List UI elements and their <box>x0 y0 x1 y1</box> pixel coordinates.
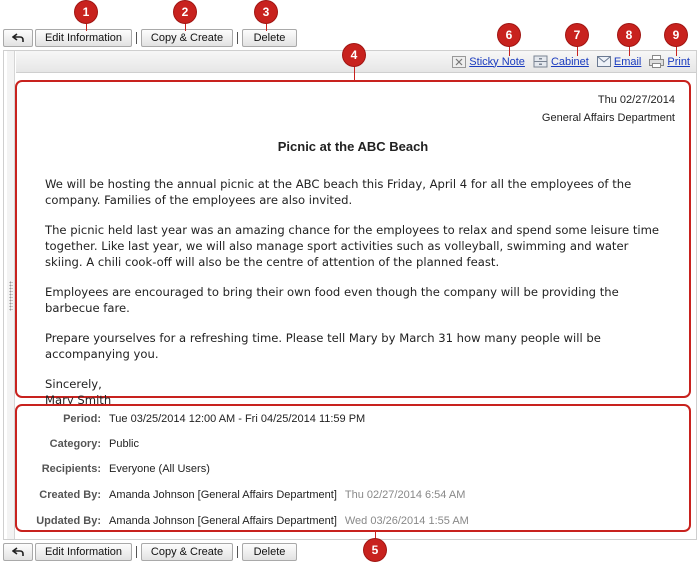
category-label: Category: <box>49 438 101 450</box>
top-toolbar: Edit Information Copy & Create Delete <box>0 28 297 48</box>
bottom-toolbar: Edit Information Copy & Create Delete <box>0 542 297 562</box>
updated-by-label: Updated By: <box>36 515 101 527</box>
message-title: Picnic at the ABC Beach <box>277 139 429 154</box>
message-text: We will be hosting the annual picnic at … <box>45 176 665 408</box>
period-label: Period: <box>63 413 101 425</box>
sticky-note-link[interactable]: Sticky Note <box>452 55 525 68</box>
delete-button[interactable]: Delete <box>242 543 297 561</box>
recipients-label: Recipients: <box>41 463 101 475</box>
back-button[interactable] <box>3 543 33 561</box>
cabinet-link[interactable]: Cabinet <box>533 55 589 68</box>
callout-marker-3: 3 <box>255 1 277 23</box>
period-row: Period: Tue 03/25/2014 12:00 AM - Fri 04… <box>17 411 365 427</box>
category-row: Category: Public <box>17 436 139 452</box>
callout-marker-7: 7 <box>566 24 588 46</box>
email-link[interactable]: Email <box>596 55 642 68</box>
copy-create-button[interactable]: Copy & Create <box>141 543 233 561</box>
print-link[interactable]: Print <box>649 55 690 68</box>
printer-icon <box>649 55 665 68</box>
message-body-panel: Thu 02/27/2014 General Affairs Departmen… <box>15 80 691 407</box>
recipients-value: Everyone (All Users) <box>109 463 210 475</box>
message-date: Thu 02/27/2014 <box>597 94 675 106</box>
message-paragraph: The picnic held last year was an amazing… <box>45 223 660 269</box>
callout-line <box>354 64 355 81</box>
toolbar-separator <box>237 546 238 558</box>
toolbar-separator <box>136 546 137 558</box>
delete-button[interactable]: Delete <box>242 29 297 47</box>
cabinet-icon <box>533 55 548 68</box>
created-by-row: Created By: Amanda Johnson [General Affa… <box>17 487 465 503</box>
edit-information-button[interactable]: Edit Information <box>35 29 132 47</box>
updated-by-row: Updated By: Amanda Johnson [General Affa… <box>17 513 469 529</box>
pane-splitter[interactable] <box>7 51 15 539</box>
back-arrow-icon <box>12 547 24 556</box>
callout-marker-4: 4 <box>343 44 365 66</box>
callout-marker-9: 9 <box>665 24 687 46</box>
message-department: General Affairs Department <box>541 112 675 124</box>
recipients-row: Recipients: Everyone (All Users) <box>17 461 210 477</box>
callout-marker-1: 1 <box>75 1 97 23</box>
sticky-note-label: Sticky Note <box>469 55 525 68</box>
callout-marker-2: 2 <box>174 1 196 23</box>
toolbar-separator <box>237 32 238 44</box>
splitter-grip <box>9 281 13 311</box>
created-by-label: Created By: <box>39 489 101 501</box>
updated-timestamp: Wed 03/26/2014 1:55 AM <box>344 515 469 527</box>
message-paragraph: Employees are encouraged to bring their … <box>45 285 619 315</box>
edit-information-button[interactable]: Edit Information <box>35 543 132 561</box>
message-paragraph: Prepare yourselves for a refreshing time… <box>45 331 601 361</box>
email-label: Email <box>613 55 642 68</box>
updated-by-value: Amanda Johnson [General Affairs Departme… <box>109 515 337 527</box>
sticky-note-icon <box>452 55 467 68</box>
copy-create-button[interactable]: Copy & Create <box>141 29 233 47</box>
print-label: Print <box>667 55 690 68</box>
callout-marker-6: 6 <box>498 24 520 46</box>
back-arrow-icon <box>12 33 24 42</box>
created-timestamp: Thu 02/27/2014 6:54 AM <box>344 489 466 501</box>
back-button[interactable] <box>3 29 33 47</box>
period-value: Tue 03/25/2014 12:00 AM - Fri 04/25/2014… <box>109 413 366 425</box>
created-by-value: Amanda Johnson [General Affairs Departme… <box>109 489 337 501</box>
toolbar-separator <box>136 32 137 44</box>
callout-marker-5: 5 <box>364 539 386 561</box>
callout-marker-8: 8 <box>618 24 640 46</box>
category-value: Public <box>109 438 139 450</box>
message-paragraph: We will be hosting the annual picnic at … <box>45 177 632 207</box>
message-closing: Sincerely, <box>45 377 102 391</box>
email-icon <box>596 56 611 67</box>
message-details-panel: Period: Tue 03/25/2014 12:00 AM - Fri 04… <box>15 404 691 532</box>
cabinet-label: Cabinet <box>550 55 589 68</box>
